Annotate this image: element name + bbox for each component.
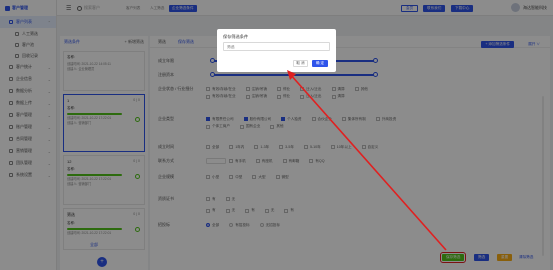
cancel-button[interactable]: 取 消 <box>293 60 308 67</box>
confirm-button[interactable]: 确 定 <box>312 60 328 67</box>
dialog-title: 保存筛选条件 <box>223 34 249 39</box>
filter-name-input[interactable] <box>223 42 330 51</box>
